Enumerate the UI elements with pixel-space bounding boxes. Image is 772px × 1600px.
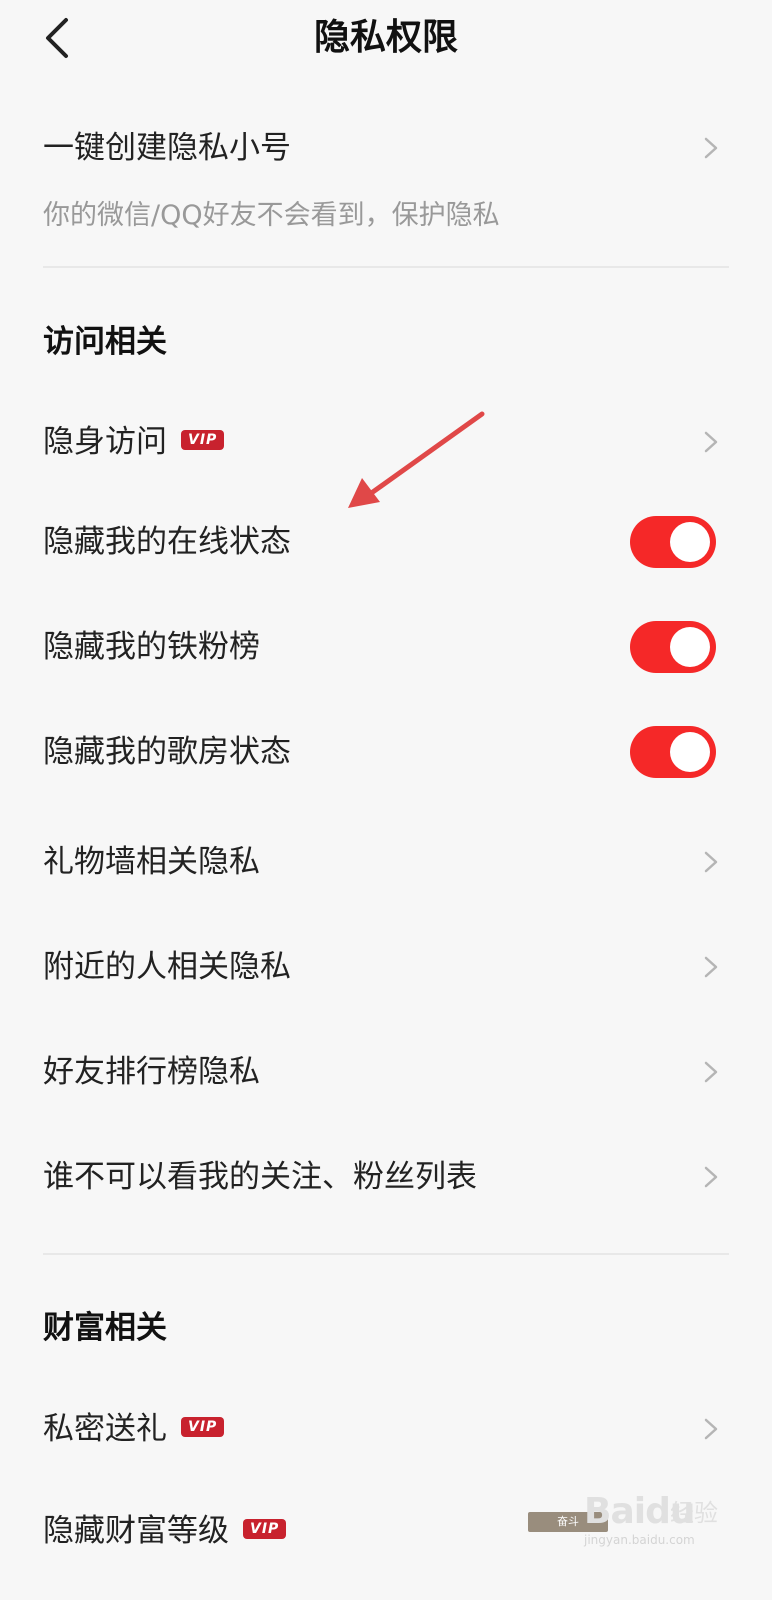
toggle-knob — [670, 627, 710, 667]
create-alt-account-label: 一键创建隐私小号 — [43, 130, 291, 166]
create-alt-account-row[interactable]: 一键创建隐私小号 你的微信/QQ好友不会看到，保护隐私 — [0, 120, 772, 240]
privacy-settings-page: 隐私权限 一键创建隐私小号 你的微信/QQ好友不会看到，保护隐私 访问相关 隐身… — [0, 0, 772, 1600]
hide-wealth-level-label: 隐藏财富等级 — [43, 1513, 229, 1549]
nearby-people-privacy-label: 附近的人相关隐私 — [43, 949, 291, 985]
hide-room-status-row: 隐藏我的歌房状态 — [0, 715, 772, 789]
chevron-right-icon — [704, 1166, 718, 1188]
header: 隐私权限 — [0, 0, 772, 74]
hide-online-status-label: 隐藏我的在线状态 — [43, 524, 291, 560]
invisible-visit-label: 隐身访问 — [43, 424, 167, 460]
toggle-knob — [670, 522, 710, 562]
gift-wall-privacy-row[interactable]: 礼物墙相关隐私 — [0, 825, 772, 899]
private-gift-label: 私密送礼 — [43, 1411, 167, 1447]
chevron-right-icon — [704, 851, 718, 873]
nearby-people-privacy-row[interactable]: 附近的人相关隐私 — [0, 930, 772, 1004]
vip-badge: VIP — [243, 1518, 287, 1539]
hide-online-status-toggle[interactable] — [630, 516, 716, 568]
hide-wealth-level-label-wrap: 隐藏财富等级 VIP — [43, 1511, 287, 1551]
private-gift-row[interactable]: 私密送礼 VIP — [0, 1392, 772, 1466]
chevron-right-icon — [704, 1061, 718, 1083]
chevron-right-icon — [704, 137, 718, 159]
page-title: 隐私权限 — [313, 17, 458, 58]
watermark-url: jingyan.baidu.com — [584, 1533, 695, 1547]
watermark-jingyan: 经验 — [670, 1499, 718, 1527]
friend-ranking-privacy-row[interactable]: 好友排行榜隐私 — [0, 1035, 772, 1109]
follow-list-privacy-label: 谁不可以看我的关注、粉丝列表 — [43, 1159, 477, 1195]
follow-list-privacy-row[interactable]: 谁不可以看我的关注、粉丝列表 — [0, 1140, 772, 1214]
vip-badge: VIP — [181, 1416, 225, 1437]
private-gift-label-wrap: 私密送礼 VIP — [43, 1409, 225, 1449]
chevron-right-icon — [704, 1418, 718, 1440]
chevron-right-icon — [704, 431, 718, 453]
hide-fans-list-label: 隐藏我的铁粉榜 — [43, 629, 260, 665]
create-alt-account-subtitle: 你的微信/QQ好友不会看到，保护隐私 — [43, 200, 500, 231]
hide-fans-list-row: 隐藏我的铁粉榜 — [0, 610, 772, 684]
friend-ranking-privacy-label: 好友排行榜隐私 — [43, 1054, 260, 1090]
vip-badge: VIP — [181, 429, 225, 450]
section-title-wealth: 财富相关 — [43, 1310, 167, 1346]
hide-fans-list-toggle[interactable] — [630, 621, 716, 673]
section-title-access: 访问相关 — [43, 324, 167, 360]
hide-online-status-row: 隐藏我的在线状态 — [0, 505, 772, 579]
invisible-visit-label-wrap: 隐身访问 VIP — [43, 422, 225, 462]
hide-room-status-toggle[interactable] — [630, 726, 716, 778]
toggle-knob — [670, 732, 710, 772]
annotation-arrow-icon — [348, 411, 485, 508]
divider — [43, 1253, 729, 1255]
divider — [43, 266, 729, 268]
baidu-jingyan-watermark: 奋斗 Baidu 经验 jingyan.baidu.com — [524, 1486, 724, 1550]
gift-wall-privacy-label: 礼物墙相关隐私 — [43, 844, 260, 880]
chevron-right-icon — [704, 956, 718, 978]
hide-room-status-label: 隐藏我的歌房状态 — [43, 734, 291, 770]
